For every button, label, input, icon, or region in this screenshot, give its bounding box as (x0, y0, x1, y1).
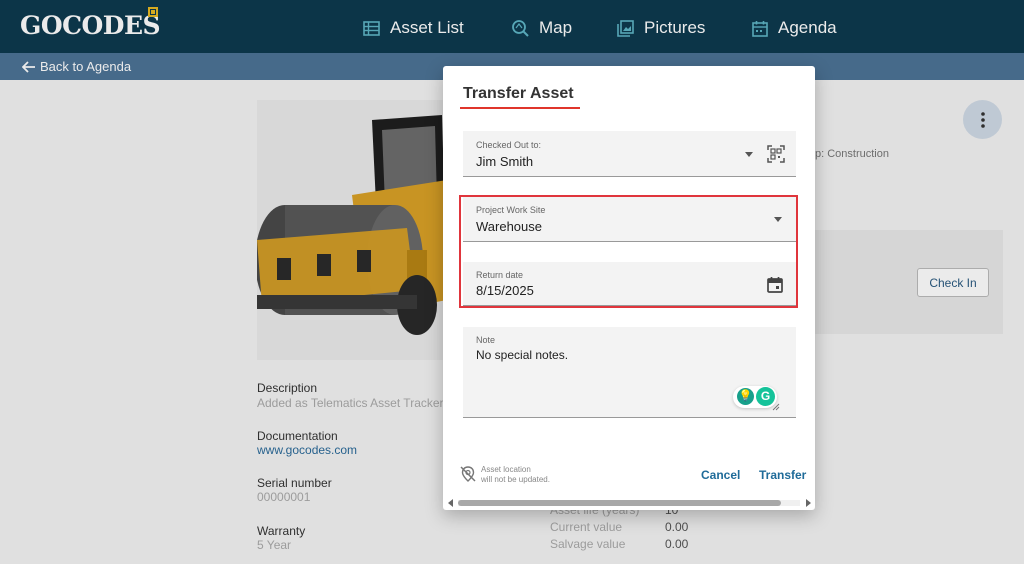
lightbulb-icon[interactable]: 💡 (737, 388, 754, 405)
note-label: Note (476, 335, 496, 345)
title-underline (460, 107, 580, 109)
scroll-left-icon[interactable] (448, 499, 453, 507)
checked-out-label: Checked Out to: (476, 140, 542, 150)
location-off-icon (460, 466, 476, 482)
grammarly-widget[interactable]: 💡 G (733, 386, 777, 408)
dialog-horizontal-scrollbar[interactable] (446, 498, 814, 508)
dialog-title: Transfer Asset (463, 85, 574, 102)
location-note: Asset location will not be updated. (481, 465, 571, 485)
highlight-box (459, 195, 798, 308)
chevron-down-icon (745, 152, 753, 157)
grammarly-icon[interactable]: G (756, 387, 775, 406)
cancel-button[interactable]: Cancel (701, 468, 740, 482)
checked-out-value: Jim Smith (476, 154, 534, 169)
transfer-button[interactable]: Transfer (759, 468, 806, 482)
location-note-line2: will not be updated. (481, 475, 550, 484)
scrollbar-thumb[interactable] (458, 500, 781, 506)
scroll-right-icon[interactable] (806, 499, 811, 507)
checked-out-to-select[interactable]: Checked Out to: Jim Smith (463, 131, 796, 177)
location-note-line1: Asset location (481, 465, 531, 474)
qr-code-icon[interactable] (767, 145, 785, 163)
note-value: No special notes. (476, 348, 569, 362)
